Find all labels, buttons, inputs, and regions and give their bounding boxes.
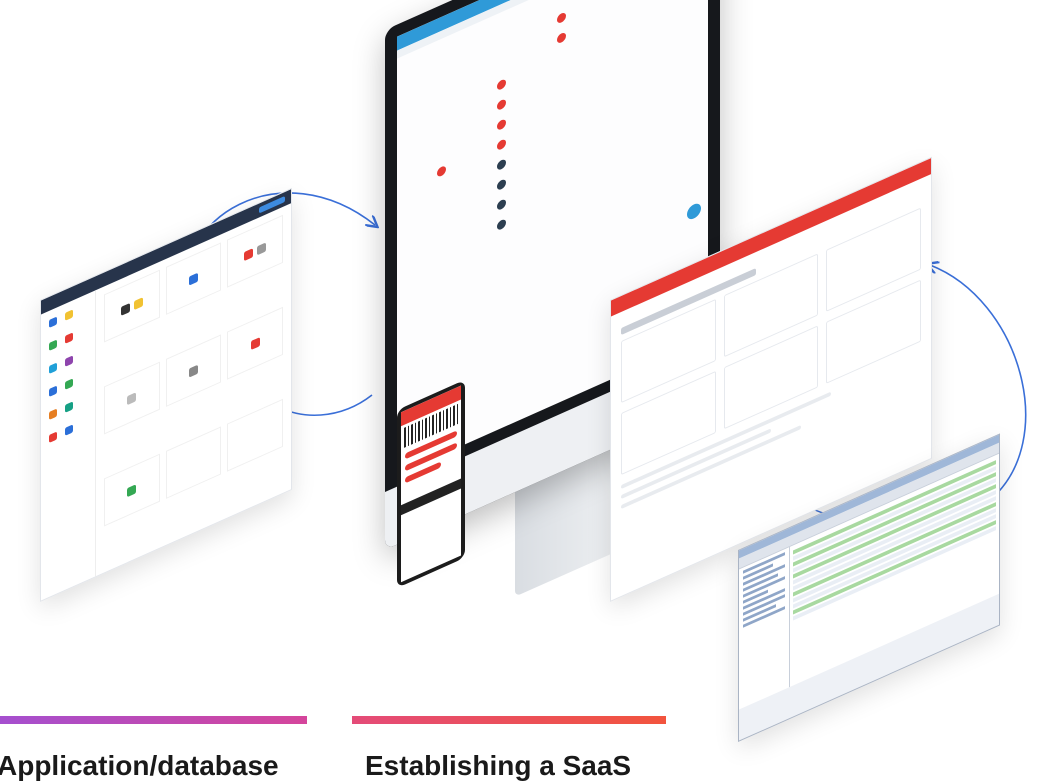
workflow-node (557, 11, 566, 25)
app-icon (65, 309, 73, 321)
section-heading: Establishing a SaaS (365, 750, 632, 781)
integration-card (227, 398, 283, 472)
section-heading: Application/database (0, 750, 279, 781)
app-icon (65, 332, 73, 344)
workflow-node (557, 31, 566, 45)
workflow-node (497, 158, 506, 172)
integration-card (104, 361, 160, 435)
heading-accent-bar (352, 716, 666, 724)
workflow-node (497, 98, 506, 112)
app-topbar (397, 0, 708, 51)
app-icon (65, 401, 73, 413)
workflow-node (497, 138, 506, 152)
phone-footer (401, 478, 461, 516)
workflow-node (437, 164, 446, 178)
integration-list (41, 290, 96, 601)
app-icon (49, 385, 57, 397)
fab-button (687, 201, 701, 222)
app-icon (65, 378, 73, 390)
heading-accent-bar (0, 716, 307, 724)
integration-card (104, 453, 160, 527)
app-icon (49, 431, 57, 443)
workflow-node (497, 218, 506, 232)
app-icon (49, 408, 57, 420)
integration-card (227, 306, 283, 380)
app-icon (65, 424, 73, 436)
app-icon (65, 355, 73, 367)
app-icon (49, 362, 57, 374)
mobile-phone (397, 379, 465, 588)
app-icon (49, 339, 57, 351)
workflow-node (497, 78, 506, 92)
integration-card (165, 426, 222, 500)
workflow-node (497, 198, 506, 212)
workflow-node (497, 118, 506, 132)
integration-card (165, 334, 222, 408)
hero-illustration: Application/database Establishing a SaaS (0, 0, 1057, 781)
workflow-node (497, 178, 506, 192)
app-icon (49, 316, 57, 328)
tree-view (739, 546, 790, 710)
